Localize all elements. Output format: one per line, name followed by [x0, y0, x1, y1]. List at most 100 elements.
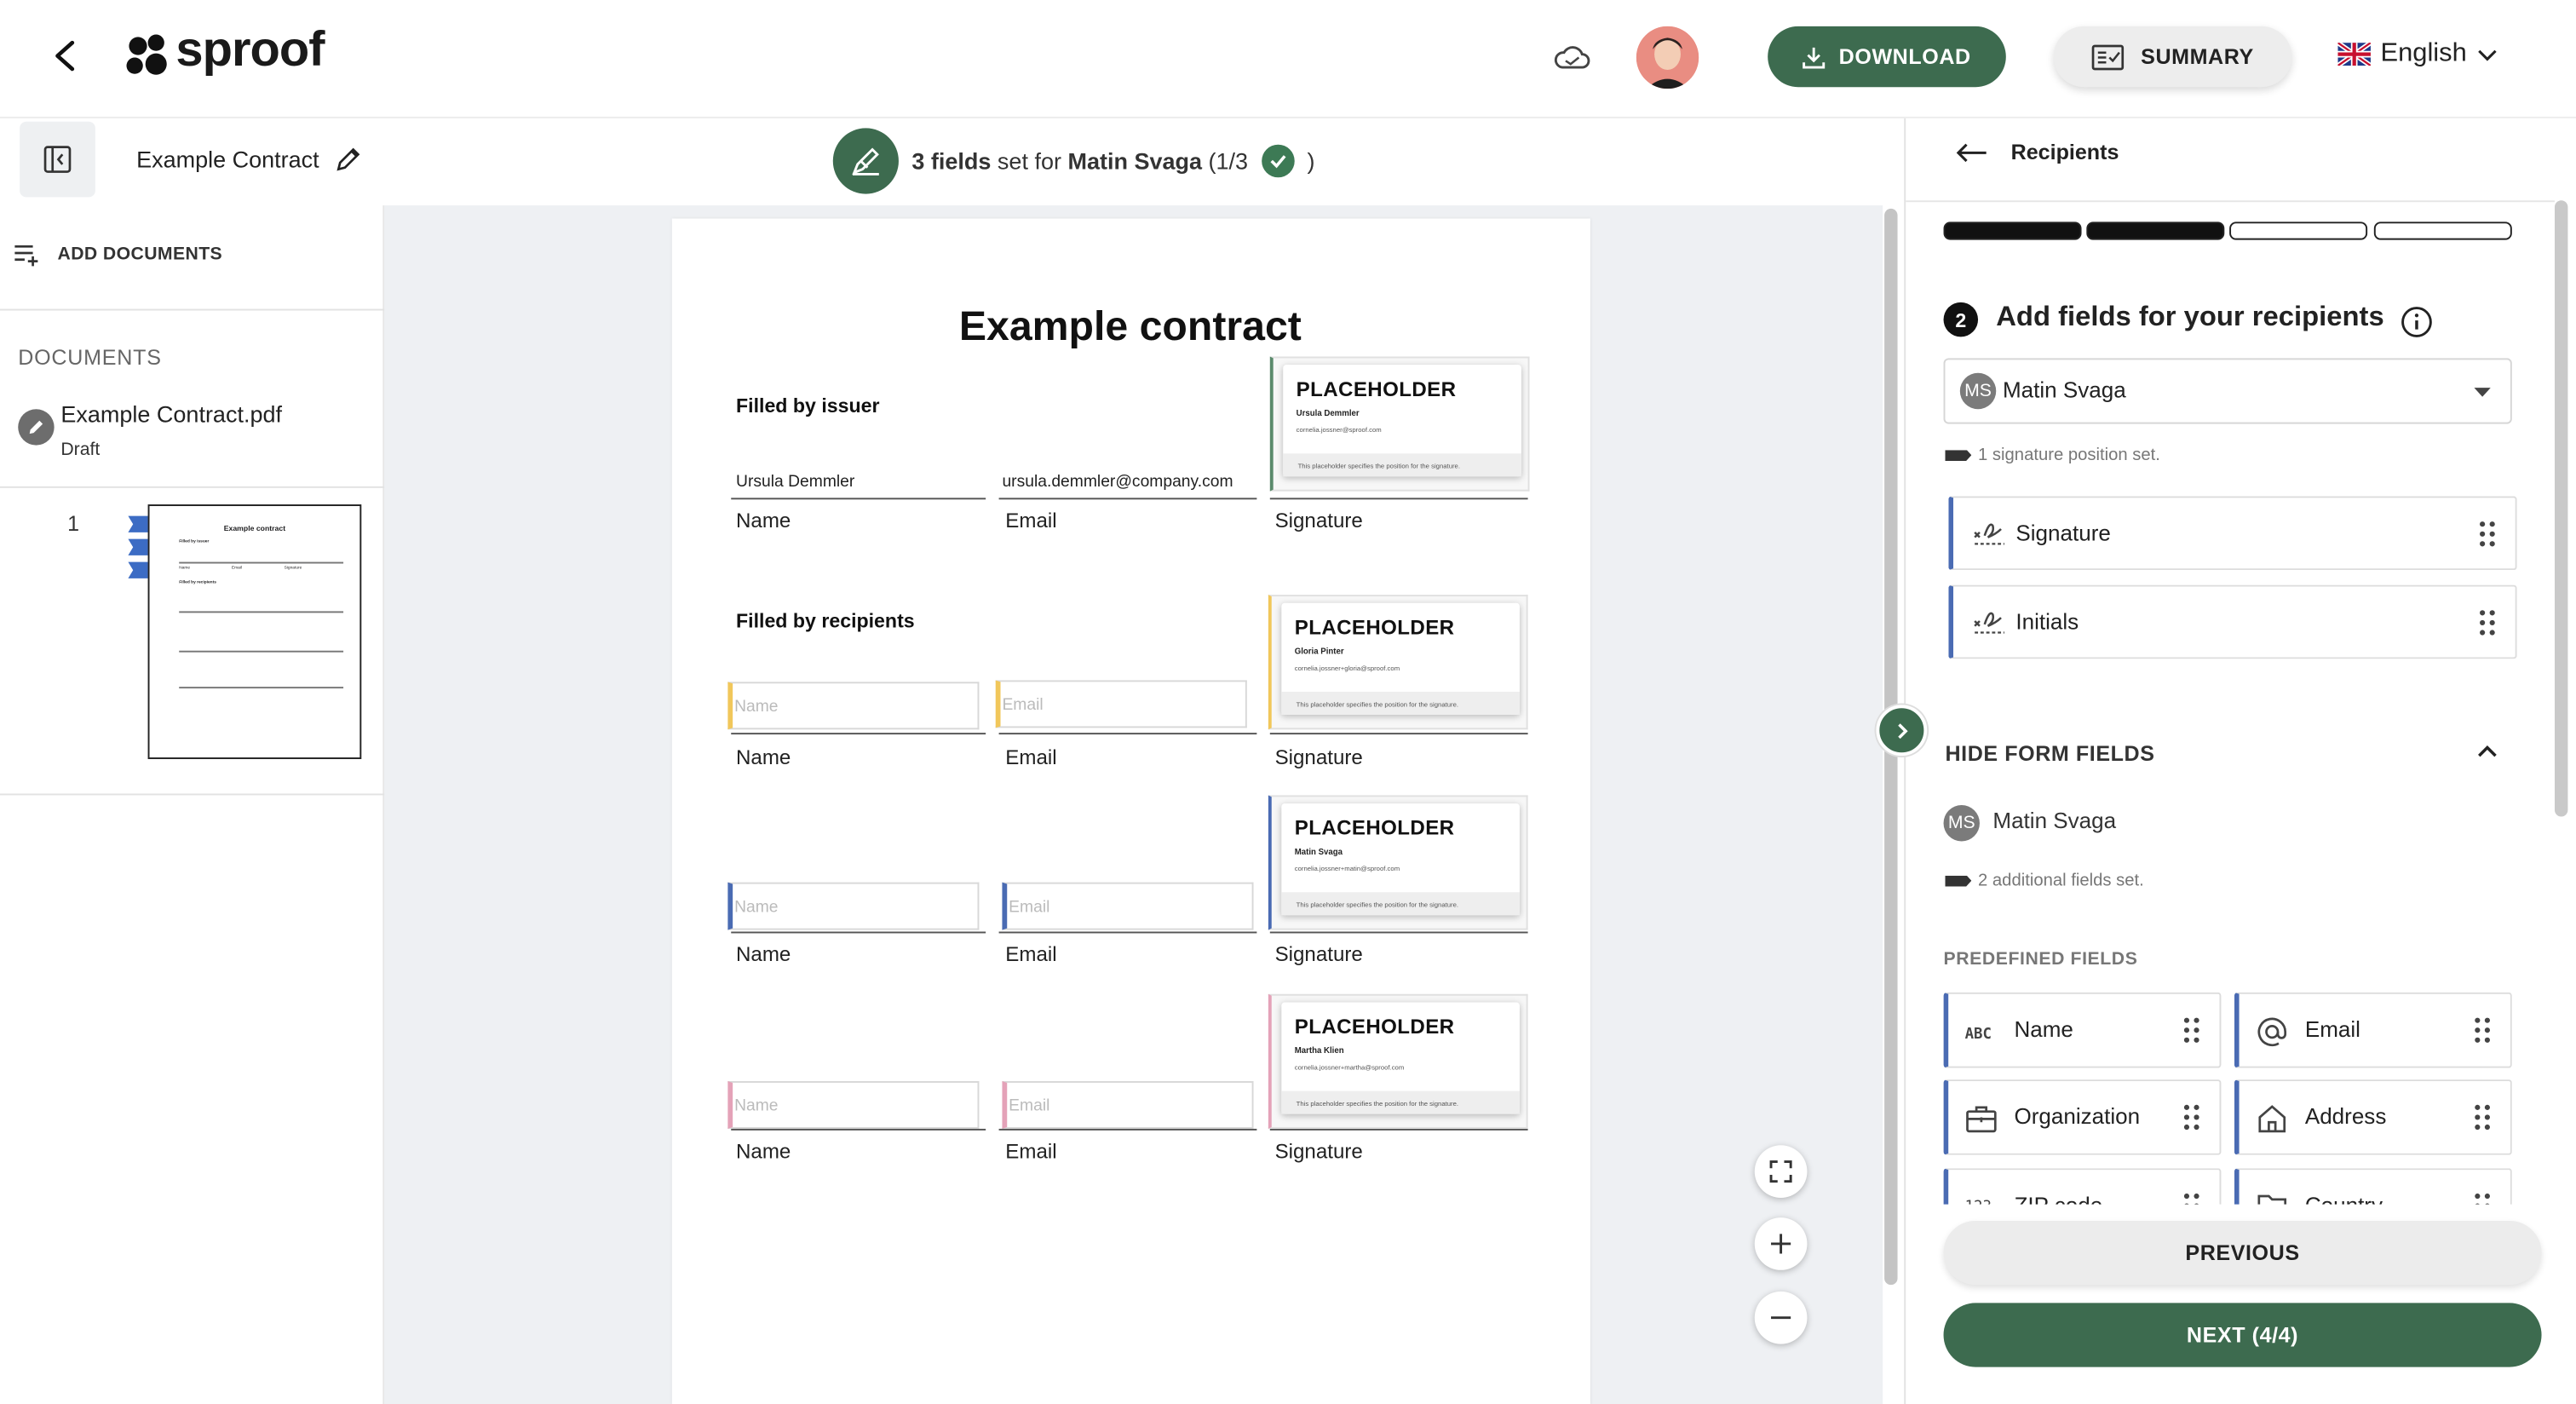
fields-status: 3 fields set for Matin Svaga (1/3 ) [832, 128, 1315, 194]
back-chevron-icon[interactable] [49, 37, 83, 73]
issuer-name-value: Ursula Demmler [736, 473, 855, 492]
panel-collapse-icon [43, 146, 72, 173]
panel-expand-button[interactable] [1876, 705, 1928, 757]
fields-recipient-name: Matin Svaga [1067, 147, 1203, 175]
drag-handle-icon[interactable] [2474, 1017, 2490, 1044]
field-line [731, 1128, 986, 1131]
divider [1906, 200, 2555, 203]
arrow-left-icon [1956, 142, 1987, 162]
page-thumbnail[interactable]: Example contract Filled by issuer Filled… [147, 504, 362, 760]
drag-handle-icon[interactable] [2479, 521, 2495, 547]
recipient-select[interactable]: MS Matin Svaga [1943, 358, 2512, 424]
documents-heading: DOCUMENTS [18, 345, 162, 370]
drag-handle-icon[interactable] [2474, 1193, 2490, 1205]
field-line [1269, 498, 1528, 500]
predefined-field-address[interactable]: Address [2234, 1079, 2512, 1155]
placeholder-name: Martha Klien [1294, 1046, 1344, 1057]
fullscreen-icon [1769, 1160, 1792, 1183]
predefined-field-label: Country [2305, 1193, 2383, 1205]
step-title: Add fields for your recipients [1996, 300, 2384, 332]
fullscreen-button[interactable] [1754, 1145, 1808, 1198]
email-label: Email [1005, 509, 1057, 532]
field-line [998, 733, 1257, 735]
initials-field-card[interactable]: Initials [1948, 584, 2517, 659]
progress-step-complete [1943, 222, 2082, 240]
signature-icon [1974, 523, 2004, 545]
name-label: Name [736, 745, 791, 769]
language-selector[interactable]: English [2337, 39, 2499, 69]
edit-document-icon[interactable] [18, 409, 55, 446]
email-label: Email [1005, 1140, 1057, 1164]
panel-scrollbar[interactable] [2554, 200, 2568, 817]
recipient-name-input[interactable]: Name [727, 682, 980, 730]
documents-sidebar [0, 205, 385, 1404]
field-line [731, 733, 986, 735]
drag-handle-icon[interactable] [2479, 610, 2495, 636]
field-line [1269, 733, 1528, 735]
hide-form-fields-toggle[interactable]: HIDE FORM FIELDS [1945, 741, 2154, 766]
drag-handle-icon[interactable] [2183, 1104, 2199, 1131]
document-title[interactable]: Example Contract [136, 147, 362, 173]
thumbnail-line [179, 687, 344, 688]
placeholder-name: Gloria Pinter [1294, 647, 1344, 658]
predefined-field-country[interactable]: Country [2234, 1168, 2512, 1205]
field-line [998, 498, 1257, 500]
recipient-name-input[interactable]: Name [727, 882, 980, 930]
signature-count-note: 1 signature position set. [1945, 446, 2160, 465]
language-label: English [2380, 39, 2467, 68]
form-recipient-name: Matin Svaga [1992, 808, 2117, 833]
sidebar-toggle-button[interactable] [20, 121, 95, 198]
zoom-out-button[interactable] [1754, 1291, 1808, 1344]
divider [0, 793, 385, 796]
contract-title: Example contract [958, 303, 1302, 350]
signature-placeholder[interactable]: PLACEHOLDER Martha Klien cornelia.jossne… [1268, 993, 1528, 1129]
page-number: 1 [67, 510, 80, 536]
chevron-up-icon[interactable] [2475, 743, 2498, 759]
signature-placeholder[interactable]: PLACEHOLDER Gloria Pinter cornelia.jossn… [1268, 595, 1528, 730]
drag-handle-icon[interactable] [2183, 1193, 2199, 1205]
predefined-field-organization[interactable]: Organization [1943, 1079, 2222, 1155]
pencil-icon[interactable] [336, 147, 362, 173]
predefined-field-email[interactable]: Email [2234, 992, 2512, 1068]
info-icon[interactable] [2401, 306, 2434, 339]
predefined-field-label: Address [2304, 1104, 2387, 1129]
thumbnail-line [179, 650, 344, 652]
add-documents-button[interactable]: ADD DOCUMENTS [13, 242, 222, 268]
uk-flag-icon [2337, 43, 2371, 66]
predefined-field-label: Organization [2014, 1104, 2141, 1129]
fields-progress: (1/3 [1208, 147, 1249, 175]
user-avatar[interactable] [1636, 26, 1699, 89]
email-label: Email [1005, 745, 1057, 769]
summary-label: SUMMARY [2141, 44, 2254, 70]
email-label: Email [1005, 943, 1057, 967]
recipients-back-button[interactable]: Recipients [1955, 140, 2119, 164]
recipient-email-input[interactable]: Email [1002, 882, 1254, 930]
thumbnail-recipients-label: Filled by recipients [179, 579, 216, 585]
document-title-text: Example Contract [136, 146, 319, 173]
placeholder-email: cornelia.jossner@sproof.com [1296, 425, 1382, 434]
field-line [1269, 1128, 1528, 1131]
recipient-name-input[interactable]: Name [727, 1081, 980, 1129]
recipient-email-input[interactable]: Email [995, 680, 1247, 728]
summary-button[interactable]: SUMMARY [2053, 26, 2292, 88]
signature-placeholder[interactable]: PLACEHOLDER Matin Svaga cornelia.jossner… [1268, 795, 1528, 930]
fields-set-for: set for [997, 147, 1061, 175]
tag-icon [1945, 449, 1972, 461]
placeholder-note: This placeholder specifies the position … [1281, 691, 1520, 715]
previous-button[interactable]: PREVIOUS [1943, 1220, 2542, 1286]
predefined-field-zip[interactable]: 123 ZIP code [1943, 1168, 2222, 1205]
zoom-in-button[interactable] [1754, 1217, 1808, 1270]
next-button[interactable]: NEXT (4/4) [1943, 1303, 2542, 1367]
recipient-avatar: MS [1959, 372, 1997, 410]
document-list-item-name[interactable]: Example Contract.pdf [60, 401, 282, 428]
initials-field-label: Initials [2015, 609, 2079, 635]
download-button[interactable]: DOWNLOAD [1768, 26, 2006, 88]
drag-handle-icon[interactable] [2183, 1017, 2199, 1044]
recipient-email-input[interactable]: Email [1002, 1081, 1254, 1129]
predefined-field-name[interactable]: ABC Name [1943, 992, 2222, 1068]
signature-field-card[interactable]: Signature [1948, 496, 2517, 571]
signature-placeholder[interactable]: PLACEHOLDER Ursula Demmler cornelia.joss… [1269, 356, 1530, 492]
drag-handle-icon[interactable] [2474, 1104, 2490, 1131]
document-status: Draft [60, 440, 101, 461]
recipients-back-label: Recipients [2010, 139, 2119, 164]
